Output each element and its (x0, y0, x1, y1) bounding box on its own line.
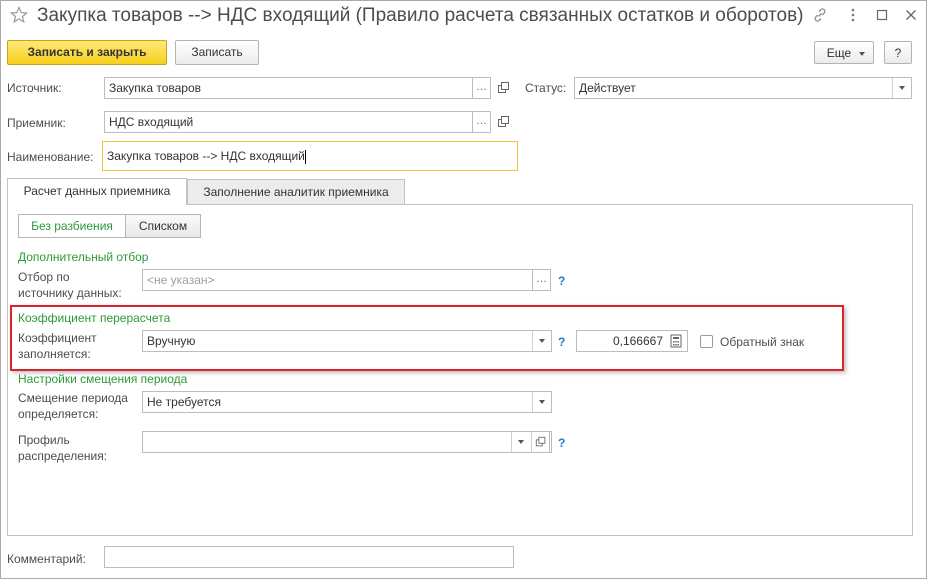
source-select-button[interactable]: … (472, 77, 491, 99)
coef-mode-value: Вручную (147, 334, 196, 348)
open-icon[interactable] (497, 81, 511, 95)
extra-filter-group-title: Дополнительный отбор (18, 250, 149, 264)
name-label: Наименование: (7, 150, 94, 164)
ellipsis-icon: … (476, 81, 487, 93)
profile-dropdown-button[interactable] (511, 432, 530, 452)
more-button[interactable]: Еще (814, 41, 874, 64)
calculator-icon[interactable] (670, 334, 682, 348)
profile-open-button[interactable] (531, 431, 550, 453)
period-group-title: Настройки смещения периода (18, 372, 188, 386)
status-label: Статус: (525, 81, 567, 95)
text-cursor (304, 149, 306, 164)
dropdown-arrow-icon (899, 86, 905, 90)
tab-joint (8, 203, 186, 205)
filter-help-icon[interactable]: ? (558, 274, 565, 288)
more-label: Еще (826, 46, 852, 60)
open-icon[interactable] (497, 115, 511, 129)
filter-label-line2: источнику данных: (18, 286, 122, 300)
filter-field[interactable]: <не указан> (142, 269, 533, 291)
dropdown-arrow-icon (539, 339, 545, 343)
segment-no-split[interactable]: Без разбиения (18, 214, 126, 238)
profile-help-icon[interactable]: ? (558, 436, 565, 450)
receiver-field[interactable]: НДС входящий (104, 111, 473, 133)
coef-label-line2: заполняется: (18, 347, 91, 361)
tab-receiver-calc[interactable]: Расчет данных приемника (7, 178, 187, 205)
filter-label-line1: Отбор по (18, 270, 70, 284)
shift-label-line2: определяется: (18, 407, 99, 421)
reverse-sign-checkbox[interactable] (700, 335, 713, 348)
receiver-label: Приемник: (7, 116, 66, 130)
open-icon (535, 436, 545, 447)
status-dropdown-button[interactable] (892, 78, 911, 98)
more-vertical-icon[interactable] (845, 7, 861, 23)
shift-label-line1: Смещение периода (18, 391, 128, 405)
coef-value: 0,166667 (612, 334, 663, 348)
help-button[interactable]: ? (884, 41, 912, 64)
profile-field[interactable] (142, 431, 552, 453)
source-label: Источник: (7, 81, 62, 95)
comment-label: Комментарий: (7, 552, 86, 566)
status-field[interactable]: Действует (574, 77, 912, 99)
coef-label-line1: Коэффициент (18, 331, 97, 345)
source-field[interactable]: Закупка товаров (104, 77, 473, 99)
dropdown-arrow-icon (539, 400, 545, 404)
window-title: Закупка товаров --> НДС входящий (Правил… (37, 5, 804, 26)
tab-receiver-analytics[interactable]: Заполнение аналитик приемника (187, 179, 405, 205)
chevron-down-icon (859, 52, 865, 56)
filter-select-button[interactable]: … (532, 269, 551, 291)
receiver-select-button[interactable]: … (472, 111, 491, 133)
status-value: Действует (579, 81, 636, 95)
segment-list[interactable]: Списком (125, 214, 201, 238)
dropdown-arrow-icon (518, 440, 524, 444)
star-icon[interactable] (10, 6, 28, 24)
coef-mode-field[interactable]: Вручную (142, 330, 552, 352)
shift-value: Не требуется (147, 395, 221, 409)
close-icon[interactable] (903, 7, 919, 23)
shift-field[interactable]: Не требуется (142, 391, 552, 413)
shift-dropdown-button[interactable] (532, 392, 551, 412)
profile-label-line2: распределения: (18, 449, 108, 463)
name-value: Закупка товаров --> НДС входящий (107, 149, 305, 163)
comment-field[interactable] (104, 546, 514, 568)
save-and-close-button[interactable]: Записать и закрыть (7, 40, 167, 65)
filter-placeholder: <не указан> (147, 273, 215, 287)
maximize-icon[interactable] (874, 7, 890, 23)
reverse-sign-label: Обратный знак (720, 335, 805, 349)
ellipsis-icon: … (536, 273, 547, 285)
coef-group-title: Коэффициент перерасчета (18, 311, 171, 325)
coef-mode-dropdown-button[interactable] (532, 331, 551, 351)
profile-label-line1: Профиль (18, 433, 70, 447)
form-window: Закупка товаров --> НДС входящий (Правил… (0, 0, 927, 579)
save-button[interactable]: Записать (175, 40, 259, 65)
ellipsis-icon: … (476, 115, 487, 127)
coef-help-icon[interactable]: ? (558, 335, 565, 349)
link-icon[interactable] (812, 7, 828, 23)
name-field[interactable]: Закупка товаров --> НДС входящий (102, 141, 518, 171)
